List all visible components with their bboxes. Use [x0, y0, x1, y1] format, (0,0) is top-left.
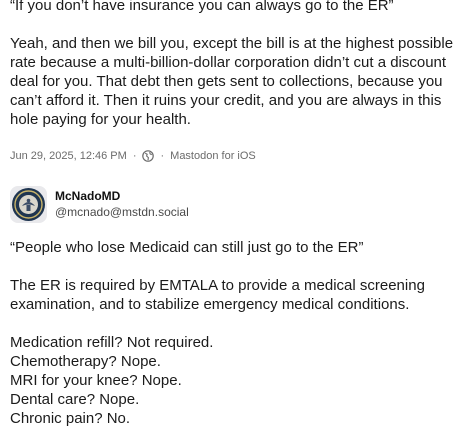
post-client: Mastodon for iOS — [170, 150, 256, 162]
post-list: Medication refill? Not required. Chemoth… — [10, 333, 464, 428]
post-author[interactable]: McNadoMD @mcnado@mstdn.social — [10, 184, 189, 224]
list-item: Chronic pain? No. — [10, 410, 131, 427]
post-quote-line: “If you don’t have insurance you can alw… — [10, 0, 394, 14]
list-item: Medication refill? Not required. — [10, 334, 214, 351]
post-quote-line: “People who lose Medicaid can still just… — [10, 239, 364, 256]
seal-avatar-icon — [10, 185, 47, 223]
list-item: Dental care? Nope. — [10, 391, 140, 408]
globe-icon — [142, 150, 155, 162]
post-meta: Jun 29, 2025, 12:46 PM · · Mastodon for … — [10, 148, 256, 164]
post-body-paragraph: Yeah, and then we bill you, except the b… — [10, 35, 454, 128]
list-item: Chemotherapy? Nope. — [10, 353, 161, 370]
meta-separator: · — [132, 150, 137, 162]
author-display-name[interactable]: McNadoMD — [55, 188, 189, 204]
post-body-paragraph: The ER is required by EMTALA to provide … — [10, 277, 425, 313]
post-timestamp[interactable]: Jun 29, 2025, 12:46 PM — [10, 150, 127, 162]
author-handle[interactable]: @mcnado@mstdn.social — [55, 204, 189, 220]
meta-separator: · — [160, 150, 165, 162]
list-item: MRI for your knee? Nope. — [10, 372, 182, 389]
avatar[interactable] — [10, 185, 47, 223]
